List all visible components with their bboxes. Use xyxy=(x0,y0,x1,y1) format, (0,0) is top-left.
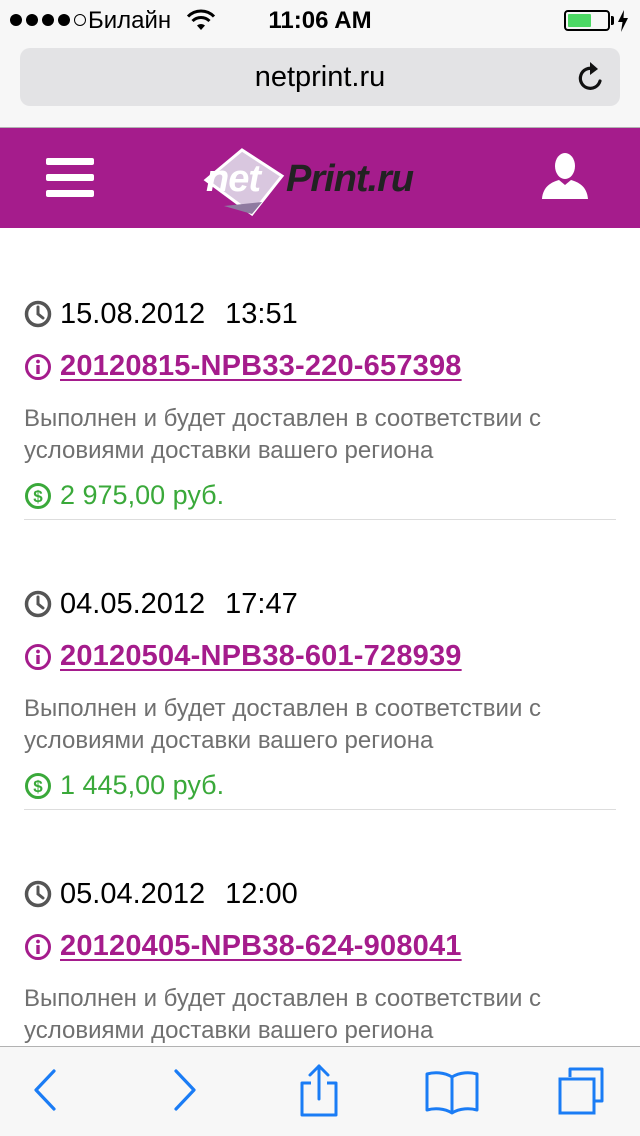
order-time: 17:47 xyxy=(225,587,298,620)
browser-address-area: netprint.ru xyxy=(0,40,640,128)
order-status: Выполнен и будет доставлен в соответстви… xyxy=(24,695,542,754)
order-price-row: $ 1 445,00 руб. xyxy=(24,770,224,801)
order-number-link[interactable]: 20120504-NPB38-601-728939 xyxy=(60,640,462,673)
info-icon xyxy=(25,933,51,960)
svg-text:$: $ xyxy=(33,777,43,796)
site-header: net Print.ru xyxy=(0,128,640,228)
clock-icon xyxy=(24,590,52,618)
order-price: 2 975,00 руб. xyxy=(60,480,225,510)
logo-print-text: Print.ru xyxy=(286,158,414,200)
address-bar[interactable]: netprint.ru xyxy=(20,48,620,106)
order-price: 1 445,00 руб. xyxy=(60,770,225,800)
order-date: 05.04.2012 xyxy=(60,877,206,910)
dollar-icon: $ xyxy=(25,482,51,509)
reload-icon[interactable] xyxy=(576,61,606,93)
charging-bolt-icon xyxy=(618,10,628,32)
logo-net-text: net xyxy=(206,158,261,200)
order-item: 15.08.2012 13:51 20120815-NPB33-220-6573… xyxy=(24,230,616,520)
address-bar-url[interactable]: netprint.ru xyxy=(20,61,620,94)
order-datetime: 15.08.2012 13:51 xyxy=(24,294,298,334)
svg-text:$: $ xyxy=(33,487,43,506)
order-status: Выполнен и будет доставлен в соответстви… xyxy=(24,405,542,464)
dollar-icon: $ xyxy=(25,772,51,799)
clock-icon xyxy=(24,300,52,328)
order-time: 13:51 xyxy=(225,297,298,330)
info-icon xyxy=(25,643,51,670)
forward-icon[interactable] xyxy=(170,1067,200,1113)
order-datetime: 04.05.2012 17:47 xyxy=(24,584,298,624)
clock-icon xyxy=(24,880,52,908)
back-icon[interactable] xyxy=(30,1067,60,1113)
order-item: 04.05.2012 17:47 20120504-NPB38-601-7289… xyxy=(24,520,616,810)
bookmarks-icon[interactable] xyxy=(424,1069,480,1115)
order-status: Выполнен и будет доставлен в соответстви… xyxy=(24,985,542,1044)
tabs-icon[interactable] xyxy=(556,1065,606,1117)
battery-tip xyxy=(611,16,614,25)
battery-icon xyxy=(564,10,610,31)
order-datetime: 05.04.2012 12:00 xyxy=(24,874,298,914)
status-time: 11:06 AM xyxy=(268,7,372,34)
browser-toolbar xyxy=(0,1046,640,1136)
order-time: 12:00 xyxy=(225,877,298,910)
order-date: 04.05.2012 xyxy=(60,587,206,620)
order-number-row: 20120504-NPB38-601-728939 xyxy=(24,640,462,673)
order-number-link[interactable]: 20120815-NPB33-220-657398 xyxy=(60,350,462,383)
order-number-row: 20120815-NPB33-220-657398 xyxy=(24,350,462,383)
status-bar: Билайн 11:06 AM xyxy=(0,0,640,40)
user-profile-icon[interactable] xyxy=(540,152,590,200)
order-price-row: $ 2 975,00 руб. xyxy=(24,480,224,511)
hamburger-menu-icon[interactable] xyxy=(46,158,94,198)
order-number-row: 20120405-NPB38-624-908041 xyxy=(24,930,462,963)
order-number-link[interactable]: 20120405-NPB38-624-908041 xyxy=(60,930,462,963)
share-icon[interactable] xyxy=(298,1063,340,1119)
netprint-logo[interactable]: net Print.ru xyxy=(192,138,448,220)
info-icon xyxy=(25,353,51,380)
orders-list: 15.08.2012 13:51 20120815-NPB33-220-6573… xyxy=(24,230,616,1100)
order-date: 15.08.2012 xyxy=(60,297,206,330)
